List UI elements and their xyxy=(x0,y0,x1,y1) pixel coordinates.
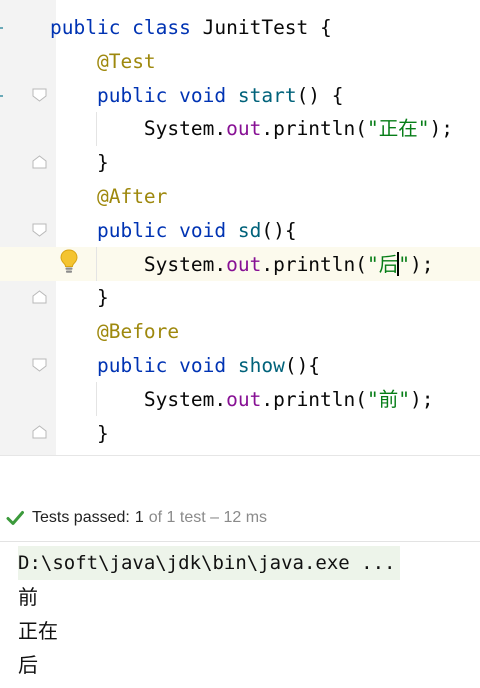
tests-passed-count: 1 xyxy=(134,509,144,526)
editor-panel-divider[interactable] xyxy=(0,455,480,495)
code-token: .println( xyxy=(261,387,368,411)
code-line[interactable]: System.out.println("前"); xyxy=(50,383,434,417)
code-token: ); xyxy=(410,387,434,411)
code-token: out xyxy=(226,117,262,141)
code-token: @Test xyxy=(96,49,156,73)
code-token: } xyxy=(50,151,109,175)
code-line[interactable]: public void start() { xyxy=(50,79,344,113)
console-command: D:\soft\java\jdk\bin\java.exe ... xyxy=(18,546,400,580)
code-token: (){ xyxy=(261,218,297,242)
test-status-bar: Tests passed: 1 of 1 test – 12 ms xyxy=(0,495,480,541)
code-line[interactable]: @After xyxy=(50,180,167,214)
tests-passed-label: Tests passed: xyxy=(32,509,130,526)
code-token: "正在" xyxy=(367,117,430,141)
console-output-line: 后 xyxy=(18,653,38,677)
code-line[interactable]: System.out.println("后"); xyxy=(50,248,434,282)
run-console[interactable]: D:\soft\java\jdk\bin\java.exe ... 前 正在 后 xyxy=(0,542,480,688)
code-token: "后 xyxy=(367,252,399,276)
code-token: start xyxy=(237,83,297,107)
gutter-change-marker xyxy=(0,95,3,97)
code-token: "前" xyxy=(367,387,410,411)
code-token: .println( xyxy=(261,117,368,141)
editor-gutter[interactable] xyxy=(0,0,56,455)
code-token: @Before xyxy=(96,320,180,344)
code-line[interactable]: public void sd(){ xyxy=(50,214,297,248)
code-editor[interactable]: public class JunitTest { @Test public vo… xyxy=(0,0,480,455)
console-output-line: 正在 xyxy=(18,619,58,643)
fold-marker-icon[interactable] xyxy=(32,425,47,439)
code-line[interactable]: } xyxy=(50,146,109,180)
code-line[interactable]: } xyxy=(50,281,109,315)
code-token: public void xyxy=(96,218,238,242)
code-token: out xyxy=(226,252,262,276)
fold-marker-icon[interactable] xyxy=(32,358,47,372)
code-token: public void xyxy=(96,83,238,107)
tests-summary: of 1 test – 12 ms xyxy=(148,509,268,526)
code-line[interactable]: public class JunitTest { xyxy=(50,11,332,45)
code-token: System. xyxy=(50,387,227,411)
code-token: public void xyxy=(96,354,238,377)
code-token: (){ xyxy=(284,354,321,377)
code-token: JunitTest { xyxy=(202,16,332,39)
code-token: " xyxy=(398,252,411,276)
fold-marker-icon[interactable] xyxy=(32,290,47,304)
code-token: sd xyxy=(237,218,262,242)
code-token: System. xyxy=(50,117,227,141)
code-line[interactable]: System.out.println("正在"); xyxy=(50,112,453,146)
code-token: System. xyxy=(50,252,227,276)
code-token: show xyxy=(237,354,285,377)
code-token: ); xyxy=(410,252,434,276)
fold-marker-icon[interactable] xyxy=(32,223,47,237)
fold-marker-icon[interactable] xyxy=(32,155,47,169)
code-line[interactable]: @Test xyxy=(50,45,156,79)
code-line[interactable]: @Before xyxy=(50,315,179,349)
code-line[interactable]: public void show(){ xyxy=(50,349,320,383)
code-token: } xyxy=(50,421,109,445)
code-token: @After xyxy=(96,185,168,208)
code-token: public class xyxy=(50,16,203,39)
code-token: .println( xyxy=(261,252,368,276)
code-token: } xyxy=(50,286,109,310)
code-token: out xyxy=(226,387,262,411)
check-icon xyxy=(6,509,24,527)
fold-marker-icon[interactable] xyxy=(32,88,47,102)
gutter-change-marker xyxy=(0,27,3,29)
code-line[interactable]: } xyxy=(50,417,109,451)
code-token: ); xyxy=(429,117,453,141)
code-token: () { xyxy=(296,83,344,107)
console-output-line: 前 xyxy=(18,585,38,609)
